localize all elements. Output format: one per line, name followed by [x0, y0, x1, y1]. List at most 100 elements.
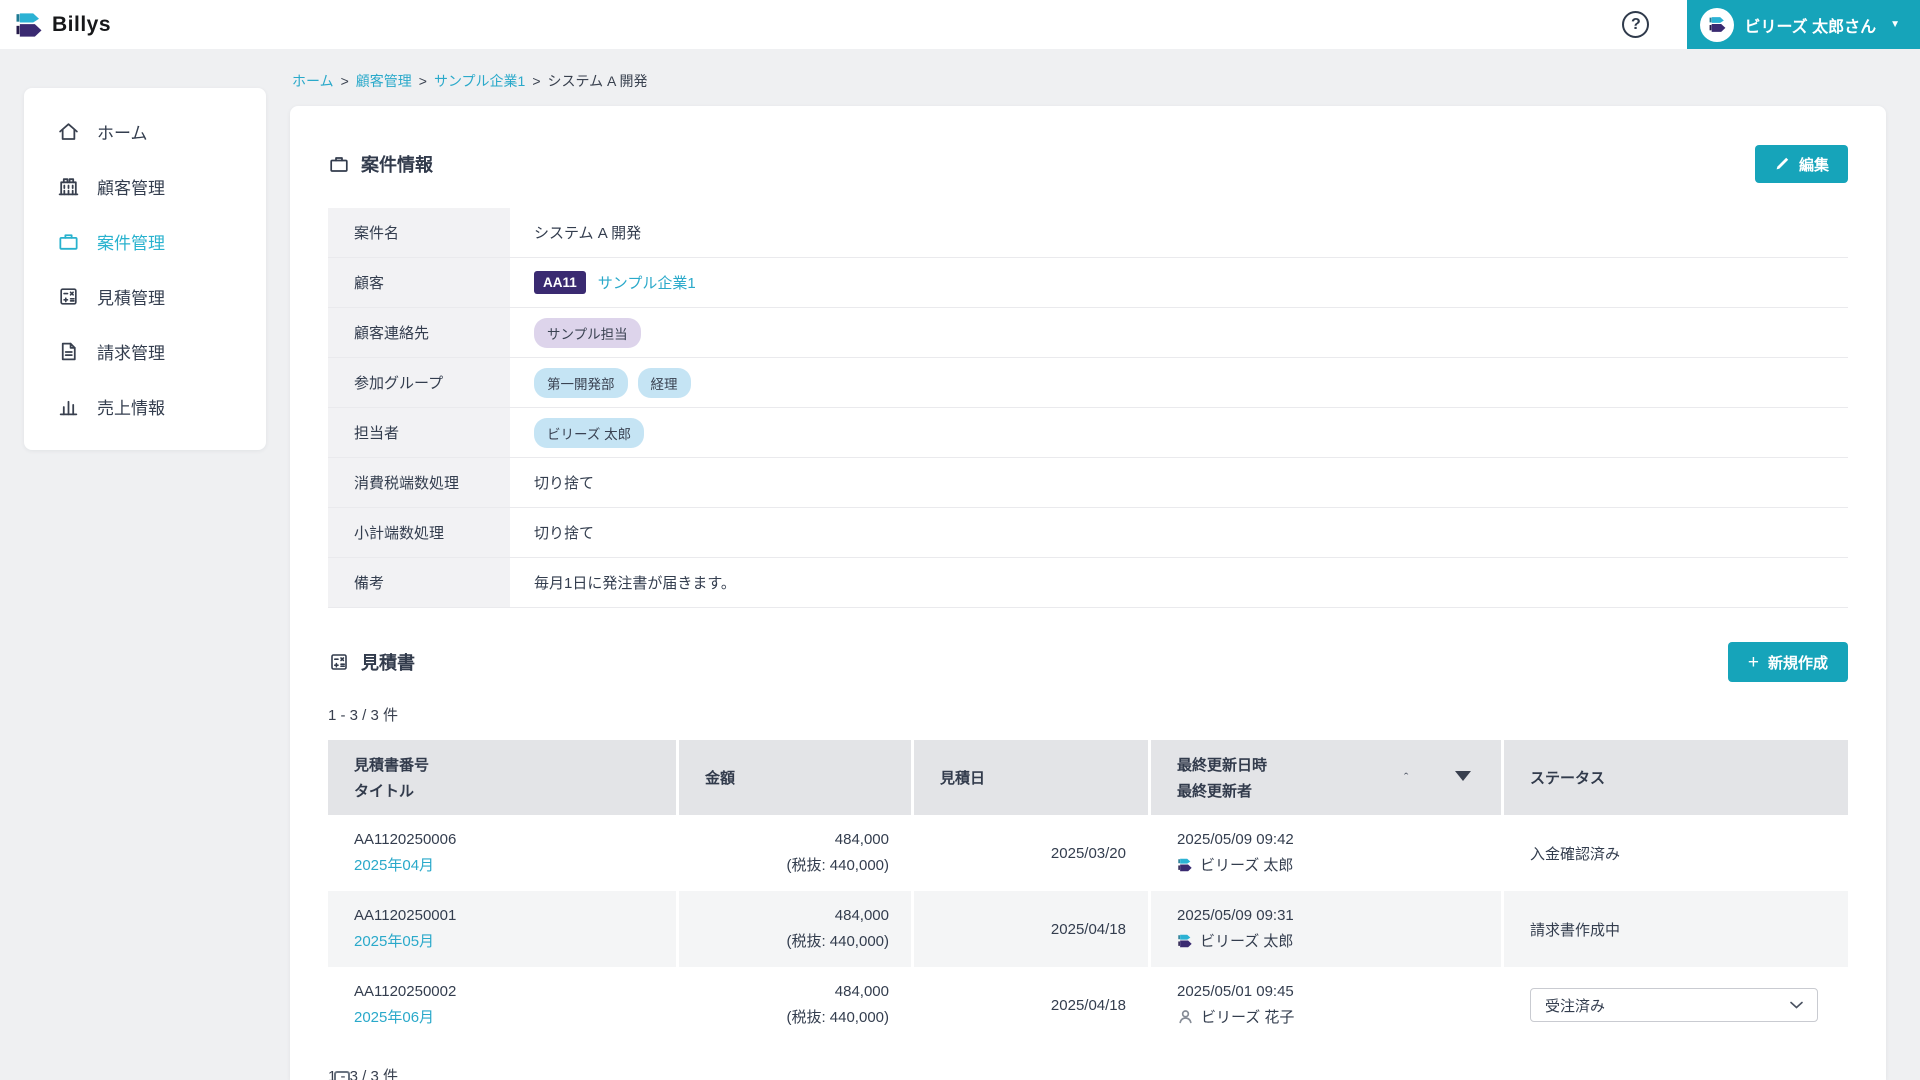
avatar	[1700, 8, 1734, 42]
estimate-row-cell-number: AA1120250002 2025年06月	[328, 967, 676, 1043]
brand-logo[interactable]: Billys	[0, 10, 111, 40]
user-name: ビリーズ 太郎さん	[1744, 13, 1876, 37]
sidebar-item-home[interactable]: ホーム	[24, 104, 266, 159]
estimate-row-cell-updated: 2025/05/09 09:31 ビリーズ 太郎	[1151, 891, 1501, 967]
estimate-row-cell-date: 2025/03/20	[914, 815, 1148, 891]
group-pill: 第一開発部	[534, 368, 628, 398]
breadcrumb-customers[interactable]: 顧客管理	[356, 71, 412, 91]
column-label: 最終更新者	[1177, 780, 1501, 801]
briefcase-icon	[328, 153, 350, 175]
main-content: 案件情報 編集 案件名 システム A 開発 顧客 AA11 サンプル企業1 顧客…	[290, 106, 1886, 1080]
calculator-icon	[57, 285, 80, 308]
status-select[interactable]: 受注済み	[1530, 988, 1818, 1022]
info-row-subtotal-rounding: 小計端数処理 切り捨て	[328, 508, 1848, 558]
info-row-owner: 担当者 ビリーズ 太郎	[328, 408, 1848, 458]
updated-by: ビリーズ 花子	[1201, 1006, 1294, 1027]
breadcrumb: ホーム > 顧客管理 > サンプル企業1 > システム A 開発	[292, 71, 647, 91]
amount-excl-tax: (税抜: 440,000)	[786, 930, 889, 951]
estimate-row-cell-amount: 484,000 (税抜: 440,000)	[679, 891, 911, 967]
info-label: 小計端数処理	[328, 508, 510, 557]
home-icon	[57, 120, 80, 143]
info-label: 担当者	[328, 408, 510, 457]
info-row-customer: 顧客 AA11 サンプル企業1	[328, 258, 1848, 308]
info-row-contact: 顧客連絡先 サンプル担当	[328, 308, 1848, 358]
column-label: タイトル	[354, 780, 676, 801]
sidebar-item-invoices[interactable]: 請求管理	[24, 324, 266, 379]
updated-by: ビリーズ 太郎	[1200, 854, 1293, 875]
estimates-section-header: 見積書 + 新規作成	[328, 642, 1848, 682]
tax-rounding-value: 切り捨て	[534, 472, 594, 493]
owner-pill: ビリーズ 太郎	[534, 418, 644, 448]
create-button-label: 新規作成	[1768, 652, 1828, 673]
sidebar-item-projects[interactable]: 案件管理	[24, 214, 266, 269]
breadcrumb-home[interactable]: ホーム	[292, 71, 334, 91]
info-label: 備考	[328, 558, 510, 607]
breadcrumb-separator: >	[419, 73, 427, 89]
column-label: 見積書番号	[354, 754, 676, 775]
sidebar-item-sales[interactable]: 売上情報	[24, 379, 266, 434]
estimates-table: 見積書番号 タイトル 金額 見積日 最終更新日時 最終更新者 ステータス AA1…	[328, 740, 1848, 1043]
invoice-document-icon	[57, 340, 80, 363]
edit-button-label: 編集	[1799, 154, 1829, 175]
info-row-tax-rounding: 消費税端数処理 切り捨て	[328, 458, 1848, 508]
breadcrumb-separator: >	[532, 73, 540, 89]
sidebar-item-label: 請求管理	[97, 339, 165, 364]
estimate-row-cell-date: 2025/04/18	[914, 967, 1148, 1043]
column-label: 見積日	[940, 767, 1148, 788]
updated-at: 2025/05/09 09:31	[1177, 907, 1501, 924]
estimate-row-cell-number: AA1120250006 2025年04月	[328, 815, 676, 891]
sort-desc-icon[interactable]	[1455, 771, 1471, 781]
breadcrumb-customer[interactable]: サンプル企業1	[434, 71, 525, 91]
building-icon	[57, 175, 80, 198]
group-pill: 経理	[638, 368, 691, 398]
column-header-number-title: 見積書番号 タイトル	[328, 740, 676, 815]
status-text: 請求書作成中	[1530, 919, 1848, 940]
contact-pill: サンプル担当	[534, 318, 641, 348]
briefcase-icon	[57, 230, 80, 253]
estimate-row-cell-updated: 2025/05/09 09:42 ビリーズ 太郎	[1151, 815, 1501, 891]
subtotal-rounding-value: 切り捨て	[534, 522, 594, 543]
column-header-updated[interactable]: 最終更新日時 最終更新者	[1151, 740, 1501, 815]
chevron-down-icon	[1790, 1001, 1803, 1009]
next-section-icon-partial	[334, 1071, 350, 1080]
sidebar-item-customers[interactable]: 顧客管理	[24, 159, 266, 214]
estimate-date: 2025/03/20	[1051, 845, 1126, 862]
estimate-row-cell-amount: 484,000 (税抜: 440,000)	[679, 967, 911, 1043]
estimate-title-link[interactable]: 2025年06月	[354, 1006, 676, 1027]
estimate-date: 2025/04/18	[1051, 997, 1126, 1014]
updated-at: 2025/05/01 09:45	[1177, 983, 1501, 1000]
estimate-title-link[interactable]: 2025年04月	[354, 854, 676, 875]
sidebar-item-label: 案件管理	[97, 229, 165, 254]
amount: 484,000	[835, 907, 889, 924]
sidebar-item-label: ホーム	[97, 119, 148, 144]
sidebar-item-estimates[interactable]: 見積管理	[24, 269, 266, 324]
estimate-number: AA1120250002	[354, 983, 676, 1000]
create-estimate-button[interactable]: + 新規作成	[1728, 642, 1848, 682]
sidebar-item-label: 見積管理	[97, 284, 165, 309]
info-label: 案件名	[328, 208, 510, 257]
pencil-icon	[1774, 156, 1790, 172]
sidebar-item-label: 売上情報	[97, 394, 165, 419]
project-section-title: 案件情報	[361, 151, 433, 177]
user-menu[interactable]: ビリーズ 太郎さん ▼	[1687, 0, 1920, 49]
estimate-number: AA1120250001	[354, 907, 676, 924]
customer-link[interactable]: サンプル企業1	[598, 272, 696, 293]
info-row-note: 備考 毎月1日に発注書が届きます。	[328, 558, 1848, 608]
info-label: 消費税端数処理	[328, 458, 510, 507]
estimate-row-cell-amount: 484,000 (税抜: 440,000)	[679, 815, 911, 891]
updated-at: 2025/05/09 09:42	[1177, 831, 1501, 848]
project-name-value: システム A 開発	[534, 222, 641, 243]
person-avatar-icon	[1177, 1008, 1194, 1025]
estimate-row-cell-status: 請求書作成中	[1504, 891, 1848, 967]
edit-button[interactable]: 編集	[1755, 145, 1848, 183]
billys-logo-icon	[14, 10, 44, 40]
estimate-title-link[interactable]: 2025年05月	[354, 930, 676, 951]
plus-icon: +	[1748, 653, 1759, 672]
column-header-amount: 金額	[679, 740, 911, 815]
breadcrumb-separator: >	[341, 73, 349, 89]
help-icon[interactable]: ?	[1622, 11, 1649, 38]
caret-down-icon: ▼	[1890, 19, 1900, 30]
column-header-date: 見積日	[914, 740, 1148, 815]
project-section-header: 案件情報 編集	[328, 144, 1848, 184]
estimate-row-cell-status: 入金確認済み	[1504, 815, 1848, 891]
